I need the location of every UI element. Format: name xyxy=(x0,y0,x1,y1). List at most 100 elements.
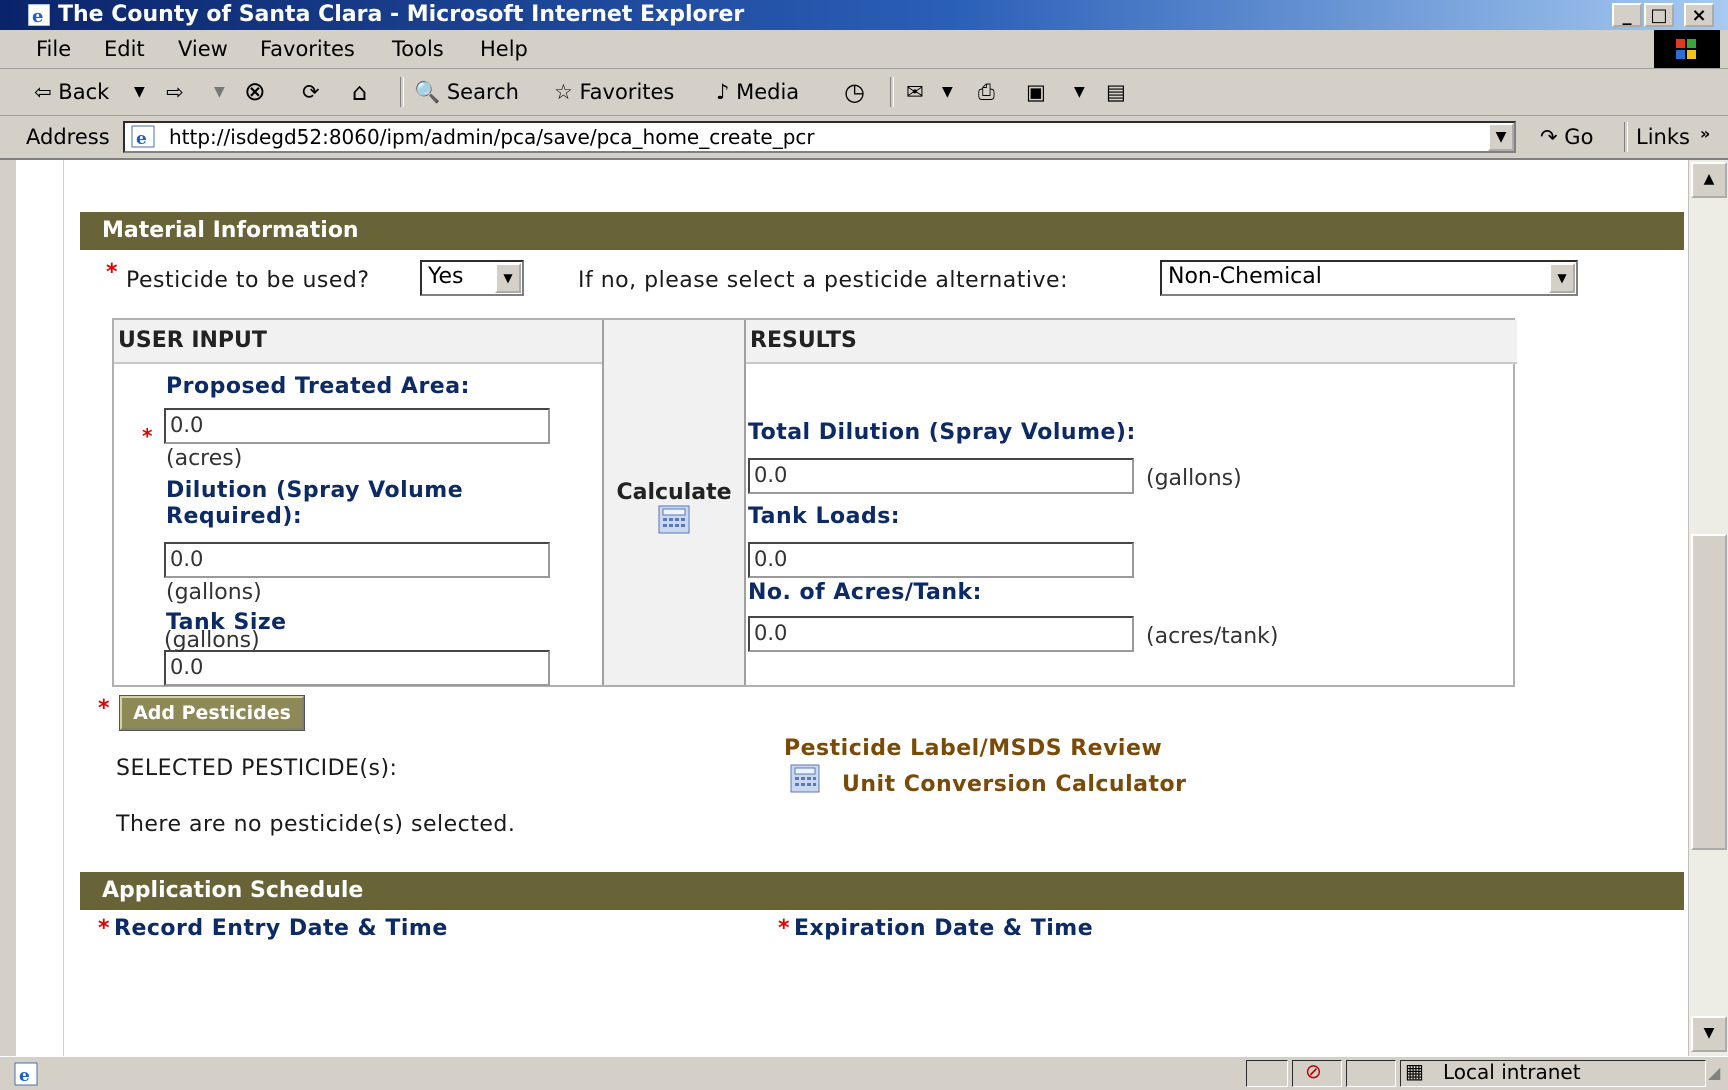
menu-tools[interactable]: Tools xyxy=(392,30,444,68)
go-button[interactable]: ↷ Go xyxy=(1540,116,1593,158)
forward-arrow-icon[interactable]: ⇨ xyxy=(166,69,184,115)
menu-file[interactable]: File xyxy=(36,30,71,68)
zone-panel: ▦ Local intranet xyxy=(1400,1059,1706,1087)
resize-grip-icon[interactable]: ◢ xyxy=(1708,1063,1720,1082)
home-icon[interactable]: ⌂ xyxy=(352,69,367,115)
local-intranet-icon: ▦ xyxy=(1405,1059,1424,1083)
svg-text:e: e xyxy=(19,1066,30,1086)
page-left-margin xyxy=(16,160,64,1056)
user-input-header: USER INPUT xyxy=(114,320,606,364)
ie-logo-icon: e xyxy=(28,4,50,26)
add-pesticides-button[interactable]: Add Pesticides xyxy=(119,695,305,731)
windows-logo-icon xyxy=(1654,30,1720,68)
refresh-icon[interactable]: ⟳ xyxy=(302,69,320,115)
schedule-section-header: Application Schedule xyxy=(80,872,1684,910)
search-icon: 🔍 xyxy=(414,80,441,104)
back-button[interactable]: ⇦ Back xyxy=(34,69,109,115)
select-dropdown-icon: ▼ xyxy=(495,263,521,293)
privacy-icon[interactable]: ⊘ xyxy=(1305,1059,1322,1083)
go-label: Go xyxy=(1564,125,1594,149)
svg-text:e: e xyxy=(136,129,147,149)
pesticide-used-value: Yes xyxy=(428,264,464,289)
tank-size-input[interactable]: 0.0 xyxy=(164,650,550,686)
address-dropdown-icon[interactable]: ▼ xyxy=(1488,123,1514,151)
minimize-button[interactable]: _ xyxy=(1612,3,1642,27)
scrollbar-thumb[interactable] xyxy=(1691,534,1727,850)
menu-help[interactable]: Help xyxy=(480,30,528,68)
required-marker: * xyxy=(98,696,110,721)
search-button[interactable]: 🔍 Search xyxy=(414,69,519,115)
back-dropdown-icon[interactable]: ▼ xyxy=(134,69,145,115)
close-button[interactable]: × xyxy=(1684,3,1714,27)
mail-dropdown-icon[interactable]: ▼ xyxy=(942,69,953,115)
material-section-header: Material Information xyxy=(80,212,1684,250)
favorites-star-icon: ☆ xyxy=(554,80,573,104)
calculate-button[interactable]: Calculate xyxy=(604,480,744,539)
svg-text:e: e xyxy=(32,6,43,26)
expiration-label: Expiration Date & Time xyxy=(794,916,1094,941)
required-marker: * xyxy=(98,916,110,941)
status-panel xyxy=(1346,1060,1396,1087)
dilution-input[interactable]: 0.0 xyxy=(164,542,550,578)
edit-page-icon[interactable]: ▣ xyxy=(1026,69,1046,115)
total-dilution-output[interactable]: 0.0 xyxy=(748,458,1134,494)
label-msds-review-link[interactable]: Pesticide Label/MSDS Review xyxy=(784,736,1162,761)
vertical-scrollbar[interactable]: ▲ ▼ xyxy=(1688,160,1728,1056)
address-input[interactable]: e http://isdegd52:8060/ipm/admin/pca/sav… xyxy=(123,121,1516,153)
links-button[interactable]: Links xyxy=(1636,116,1690,158)
toolbar-separator xyxy=(400,77,404,107)
calculator-icon[interactable] xyxy=(790,764,820,794)
go-arrow-icon: ↷ xyxy=(1540,125,1558,149)
search-label: Search xyxy=(446,80,519,104)
chevron-right-icon[interactable]: » xyxy=(1700,116,1710,152)
scroll-up-icon[interactable]: ▲ xyxy=(1691,162,1727,198)
required-marker: * xyxy=(106,260,118,285)
tank-loads-output[interactable]: 0.0 xyxy=(748,542,1134,578)
status-panel xyxy=(1246,1060,1288,1087)
media-icon: ♪ xyxy=(716,80,730,104)
menu-edit[interactable]: Edit xyxy=(104,30,145,68)
zone-label: Local intranet xyxy=(1443,1060,1581,1084)
maximize-button[interactable]: □ xyxy=(1644,3,1674,27)
record-entry-label: Record Entry Date & Time xyxy=(114,916,448,941)
address-label: Address xyxy=(26,125,110,149)
menu-favorites[interactable]: Favorites xyxy=(260,30,355,68)
media-button[interactable]: ♪ Media xyxy=(716,69,799,115)
status-bar: e ⊘ ▦ Local intranet ◢ xyxy=(0,1056,1728,1090)
page-icon: e xyxy=(131,125,155,149)
acres-per-tank-unit: (acres/tank) xyxy=(1146,624,1279,649)
pesticide-used-select[interactable]: Yes ▼ xyxy=(420,260,524,296)
required-marker: * xyxy=(142,424,153,448)
scroll-down-icon[interactable]: ▼ xyxy=(1691,1016,1727,1052)
favorites-button[interactable]: ☆ Favorites xyxy=(554,69,674,115)
treated-area-label: Proposed Treated Area: xyxy=(166,374,470,399)
pesticide-question-label: Pesticide to be used? xyxy=(126,268,370,293)
media-label: Media xyxy=(736,80,800,104)
column-divider xyxy=(744,320,746,685)
calculate-label: Calculate xyxy=(616,480,732,505)
pesticide-alternative-select[interactable]: Non-Chemical ▼ xyxy=(1160,260,1578,296)
stop-icon[interactable]: ⊗ xyxy=(244,69,266,115)
results-header: RESULTS xyxy=(746,320,1517,364)
page-viewport: Material Information * Pesticide to be u… xyxy=(16,160,1688,1056)
unit-conversion-link[interactable]: Unit Conversion Calculator xyxy=(842,772,1186,797)
page-status-icon: e xyxy=(14,1062,38,1086)
address-separator xyxy=(1624,122,1628,152)
page-content: Material Information * Pesticide to be u… xyxy=(64,160,1684,1056)
treated-area-input[interactable]: 0.0 xyxy=(164,408,550,444)
title-bar: e The County of Santa Clara - Microsoft … xyxy=(0,0,1728,30)
mail-icon[interactable]: ✉ xyxy=(906,69,924,115)
history-icon[interactable]: ◷ xyxy=(844,69,865,115)
edit-dropdown-icon[interactable]: ▼ xyxy=(1074,69,1085,115)
discuss-icon[interactable]: ▤ xyxy=(1106,69,1126,115)
forward-dropdown-icon[interactable]: ▼ xyxy=(214,69,225,115)
menu-view[interactable]: View xyxy=(178,30,228,68)
privacy-panel: ⊘ xyxy=(1292,1059,1342,1087)
select-dropdown-icon: ▼ xyxy=(1549,263,1575,293)
print-icon[interactable]: ⎙ xyxy=(978,69,995,115)
total-dilution-label: Total Dilution (Spray Volume): xyxy=(748,420,1136,445)
acres-per-tank-output[interactable]: 0.0 xyxy=(748,616,1134,652)
address-url: http://isdegd52:8060/ipm/admin/pca/save/… xyxy=(169,125,815,149)
spray-calculator-table: USER INPUT RESULTS Proposed Treated Area… xyxy=(112,318,1517,687)
selected-pesticides-label: SELECTED PESTICIDE(s): xyxy=(116,756,398,781)
